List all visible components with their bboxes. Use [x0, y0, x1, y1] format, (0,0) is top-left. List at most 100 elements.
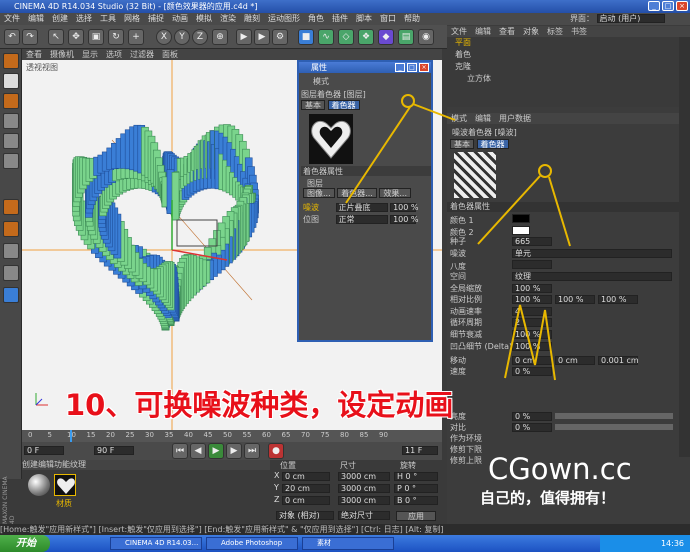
render-settings-icon[interactable]: ⚙: [272, 29, 288, 45]
coord-pos[interactable]: 20 cm: [282, 484, 330, 493]
checker-icon[interactable]: [3, 73, 19, 89]
layout-selector[interactable]: 界面： 启动 (用户): [570, 13, 665, 25]
viewport-menu-item[interactable]: 选项: [102, 50, 126, 59]
param-value[interactable]: 100 %: [512, 283, 552, 293]
side-tab-strip[interactable]: [679, 37, 690, 457]
param-row[interactable]: 八度: [450, 260, 680, 271]
menu-item[interactable]: 脚本: [352, 14, 376, 23]
coord-rot[interactable]: P 0 °: [394, 484, 438, 493]
blend-mode-select[interactable]: 正常: [335, 215, 388, 224]
menu-item[interactable]: 网格: [120, 14, 144, 23]
param-value[interactable]: 0 %: [512, 412, 552, 421]
shader-button[interactable]: 着色器...: [337, 188, 377, 198]
param-row[interactable]: 速度 0 %: [450, 367, 680, 377]
scale-icon[interactable]: ▣: [88, 29, 104, 45]
task-photoshop[interactable]: Adobe Photoshop: [206, 537, 298, 550]
array-icon[interactable]: ❖: [358, 29, 374, 45]
render-picture-icon[interactable]: ▶: [254, 29, 270, 45]
menu-item[interactable]: 动画: [168, 14, 192, 23]
task-cinema4d[interactable]: CINEMA 4D R14.03...: [110, 537, 202, 550]
param-extra[interactable]: 100 %: [598, 295, 638, 305]
material-ball[interactable]: [28, 474, 50, 496]
attr-menu-item[interactable]: 模式: [447, 114, 471, 123]
object-menu-item[interactable]: 书签: [567, 27, 591, 36]
param-extra[interactable]: 0.001 cm: [598, 355, 639, 365]
object-row[interactable]: 平面: [447, 37, 679, 49]
apply-button[interactable]: 应用: [396, 511, 436, 521]
material-menu-item[interactable]: 功能: [54, 460, 70, 469]
move-icon[interactable]: ✥: [68, 29, 84, 45]
scene-icon[interactable]: ▤: [398, 29, 414, 45]
dialog-close-button[interactable]: ×: [419, 63, 429, 72]
object-menu-item[interactable]: 文件: [447, 27, 471, 36]
go-end-icon[interactable]: ⏭: [244, 443, 260, 459]
param-value[interactable]: [512, 214, 530, 223]
param-value[interactable]: 100 %: [512, 341, 552, 351]
play-icon[interactable]: ▶: [208, 443, 224, 459]
param-value[interactable]: 100 %: [512, 330, 552, 339]
prev-frame-icon[interactable]: ◀: [190, 443, 206, 459]
menu-item[interactable]: 创建: [48, 14, 72, 23]
param-value[interactable]: 纹理: [512, 272, 672, 281]
layer-row-bitmap[interactable]: 位图 正常 100 %: [303, 214, 419, 225]
object-menu-item[interactable]: 标签: [543, 27, 567, 36]
render-view-icon[interactable]: ▶: [236, 29, 252, 45]
coord-size-mode-select[interactable]: 绝对尺寸: [338, 511, 390, 520]
layer-opacity[interactable]: 100 %: [390, 203, 419, 212]
layer-opacity[interactable]: 100 %: [390, 215, 419, 224]
dialog-tab-shader[interactable]: 着色器: [327, 100, 360, 110]
nurbs-icon[interactable]: ◇: [338, 29, 354, 45]
param-row[interactable]: 对比 0 %: [450, 423, 680, 433]
lock-icon[interactable]: [3, 265, 19, 281]
spline-icon[interactable]: ∿: [318, 29, 334, 45]
param-row[interactable]: 空间 纹理: [450, 272, 680, 282]
magnet-icon[interactable]: [3, 221, 19, 237]
coord-mode-select[interactable]: 对象 (相对): [276, 511, 334, 520]
y-axis-icon[interactable]: Y: [174, 29, 190, 45]
minimize-button[interactable]: _: [648, 1, 660, 11]
object-row[interactable]: 立方体: [447, 73, 679, 85]
paint-icon[interactable]: [3, 287, 19, 303]
menu-item[interactable]: 渲染: [216, 14, 240, 23]
menu-item[interactable]: 模拟: [192, 14, 216, 23]
param-row[interactable]: 亮度 0 %: [450, 412, 680, 422]
param-row[interactable]: 相对比例 100 % 100 % 100 %: [450, 295, 680, 305]
close-button[interactable]: ×: [676, 1, 688, 11]
z-axis-icon[interactable]: Z: [192, 29, 208, 45]
param-row[interactable]: 颜色 1: [450, 214, 680, 225]
param-row[interactable]: 颜色 2: [450, 225, 680, 237]
param-value[interactable]: 0 %: [512, 423, 552, 432]
param-row[interactable]: 噪波 单元: [450, 248, 680, 259]
rotate-icon[interactable]: ↻: [108, 29, 124, 45]
coord-pos[interactable]: 0 cm: [282, 496, 330, 505]
record-icon[interactable]: ●: [268, 443, 284, 459]
param-row[interactable]: 移动 0 cm 0 cm 0.001 cm: [450, 355, 680, 366]
object-row[interactable]: 着色: [447, 49, 679, 61]
undo-icon[interactable]: ↶: [4, 29, 20, 45]
attr-menu-item[interactable]: 用户数据: [495, 114, 535, 123]
axis-mode-icon[interactable]: [3, 199, 19, 215]
param-value[interactable]: [512, 260, 552, 270]
menu-item[interactable]: 雕刻: [240, 14, 264, 23]
coord-pos[interactable]: 0 cm: [282, 472, 330, 481]
task-folder[interactable]: 素材: [302, 537, 394, 550]
coord-size[interactable]: 3000 cm: [338, 472, 390, 481]
viewport-menu-item[interactable]: 过滤器: [126, 50, 158, 59]
cube-icon[interactable]: ■: [298, 29, 314, 45]
viewport-menu-item[interactable]: 摄像机: [46, 50, 78, 59]
material-menu-item[interactable]: 编辑: [38, 460, 54, 469]
image-button[interactable]: 图像...: [303, 188, 335, 198]
create-object-icon[interactable]: +: [128, 29, 144, 45]
viewport-menu-item[interactable]: 面板: [158, 50, 182, 59]
param-value[interactable]: 4: [512, 306, 552, 316]
param-row[interactable]: 细节衰减 100 %: [450, 330, 680, 340]
redo-icon[interactable]: ↷: [22, 29, 38, 45]
maximize-button[interactable]: □: [662, 1, 674, 11]
dialog-mode-menu[interactable]: 模式: [313, 76, 329, 87]
param-row[interactable]: 种子 665: [450, 237, 680, 247]
param-slider[interactable]: [555, 413, 673, 419]
effect-button[interactable]: 效果...: [379, 188, 412, 198]
menu-item[interactable]: 窗口: [376, 14, 400, 23]
menu-item[interactable]: 角色: [304, 14, 328, 23]
texture-mode-icon[interactable]: [3, 93, 19, 109]
